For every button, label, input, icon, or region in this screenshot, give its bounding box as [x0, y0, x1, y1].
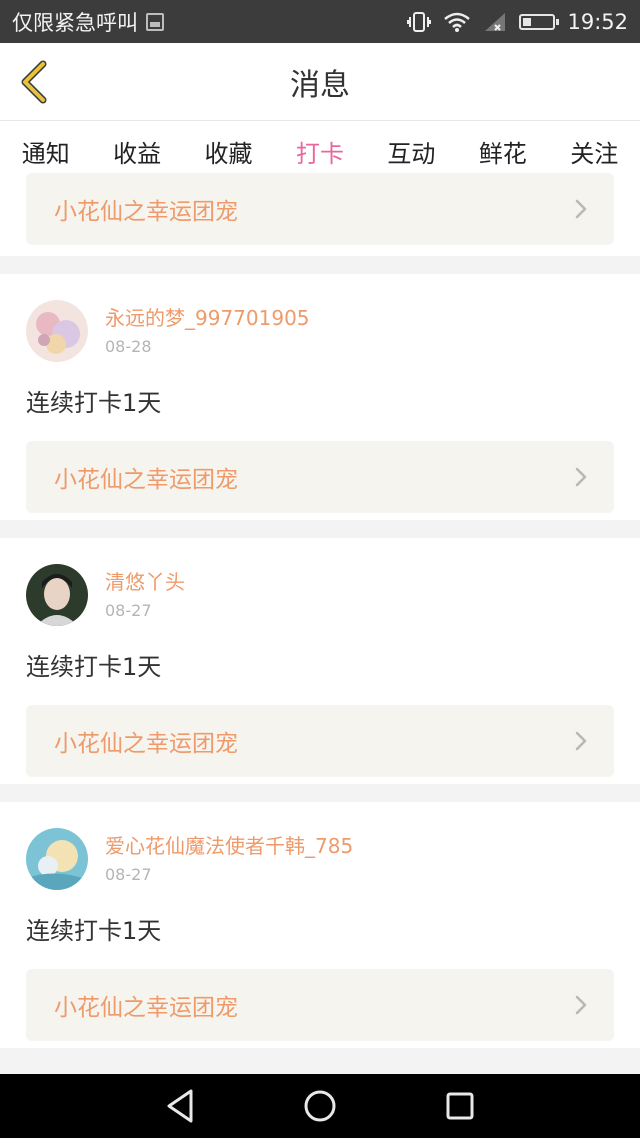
checkin-card-partial: 小花仙之幸运团宠 — [0, 173, 640, 256]
clock-text: 19:52 — [567, 9, 628, 34]
post-text: 连续打卡1天 — [26, 917, 162, 945]
vibrate-icon — [407, 11, 432, 33]
status-bar: 仅限紧急呼叫 19:52 — [0, 0, 640, 43]
checkin-card: 永远的梦_997701905 08-28 连续打卡1天 小花仙之幸运团宠 — [0, 274, 640, 520]
post-date: 08-28 — [105, 337, 152, 356]
chevron-right-icon — [575, 995, 587, 1015]
tab-interactions[interactable]: 互动 — [383, 126, 439, 177]
avatar[interactable] — [26, 564, 88, 626]
top-app-bar: 消息 — [0, 43, 640, 121]
tab-favorites[interactable]: 收藏 — [201, 126, 257, 177]
group-name: 小花仙之幸运团宠 — [54, 199, 238, 225]
page-title: 消息 — [290, 67, 350, 103]
group-name: 小花仙之幸运团宠 — [54, 467, 238, 493]
chevron-right-icon — [575, 467, 587, 487]
group-link[interactable]: 小花仙之幸运团宠 — [26, 969, 614, 1041]
post-text: 连续打卡1天 — [26, 389, 162, 417]
post-date: 08-27 — [105, 601, 152, 620]
square-recents-icon — [446, 1092, 474, 1120]
back-button[interactable] — [14, 57, 54, 107]
avatar[interactable] — [26, 300, 88, 362]
wifi-icon — [443, 11, 471, 33]
user-name[interactable]: 永远的梦_997701905 — [105, 306, 310, 330]
tab-checkin[interactable]: 打卡 — [292, 126, 348, 183]
system-nav-bar — [0, 1074, 640, 1138]
user-name[interactable]: 爱心花仙魔法使者千韩_785 — [105, 834, 353, 858]
avatar[interactable] — [26, 828, 88, 890]
chevron-right-icon — [575, 731, 587, 751]
tab-bar: 通知 收益 收藏 打卡 互动 鲜花 关注 — [0, 121, 640, 183]
tab-flowers[interactable]: 鲜花 — [475, 126, 531, 177]
group-link[interactable]: 小花仙之幸运团宠 — [26, 441, 614, 513]
carrier-text: 仅限紧急呼叫 — [12, 10, 138, 35]
tab-notifications[interactable]: 通知 — [18, 126, 74, 177]
nav-home-button[interactable] — [300, 1086, 340, 1126]
group-link[interactable]: 小花仙之幸运团宠 — [26, 705, 614, 777]
tab-earnings[interactable]: 收益 — [109, 126, 165, 177]
battery-icon — [519, 13, 560, 30]
post-date: 08-27 — [105, 865, 152, 884]
checkin-card: 爱心花仙魔法使者千韩_785 08-27 连续打卡1天 小花仙之幸运团宠 — [0, 802, 640, 1048]
group-name: 小花仙之幸运团宠 — [54, 995, 238, 1021]
checkin-feed: 小花仙之幸运团宠 永远的梦_997701905 08-28 连续打卡1天 小花仙… — [0, 173, 640, 1066]
signal-icon — [483, 11, 507, 33]
image-notification-icon — [146, 12, 164, 31]
nav-recents-button[interactable] — [440, 1086, 480, 1126]
post-text: 连续打卡1天 — [26, 653, 162, 681]
group-link[interactable]: 小花仙之幸运团宠 — [26, 173, 614, 245]
checkin-card: 清悠丫头 08-27 连续打卡1天 小花仙之幸运团宠 — [0, 538, 640, 784]
chevron-left-icon — [21, 60, 47, 104]
triangle-back-icon — [167, 1089, 193, 1123]
nav-back-button[interactable] — [160, 1086, 200, 1126]
circle-home-icon — [304, 1090, 336, 1122]
user-name[interactable]: 清悠丫头 — [105, 570, 185, 594]
group-name: 小花仙之幸运团宠 — [54, 731, 238, 757]
tab-following[interactable]: 关注 — [566, 126, 622, 177]
chevron-right-icon — [575, 199, 587, 219]
